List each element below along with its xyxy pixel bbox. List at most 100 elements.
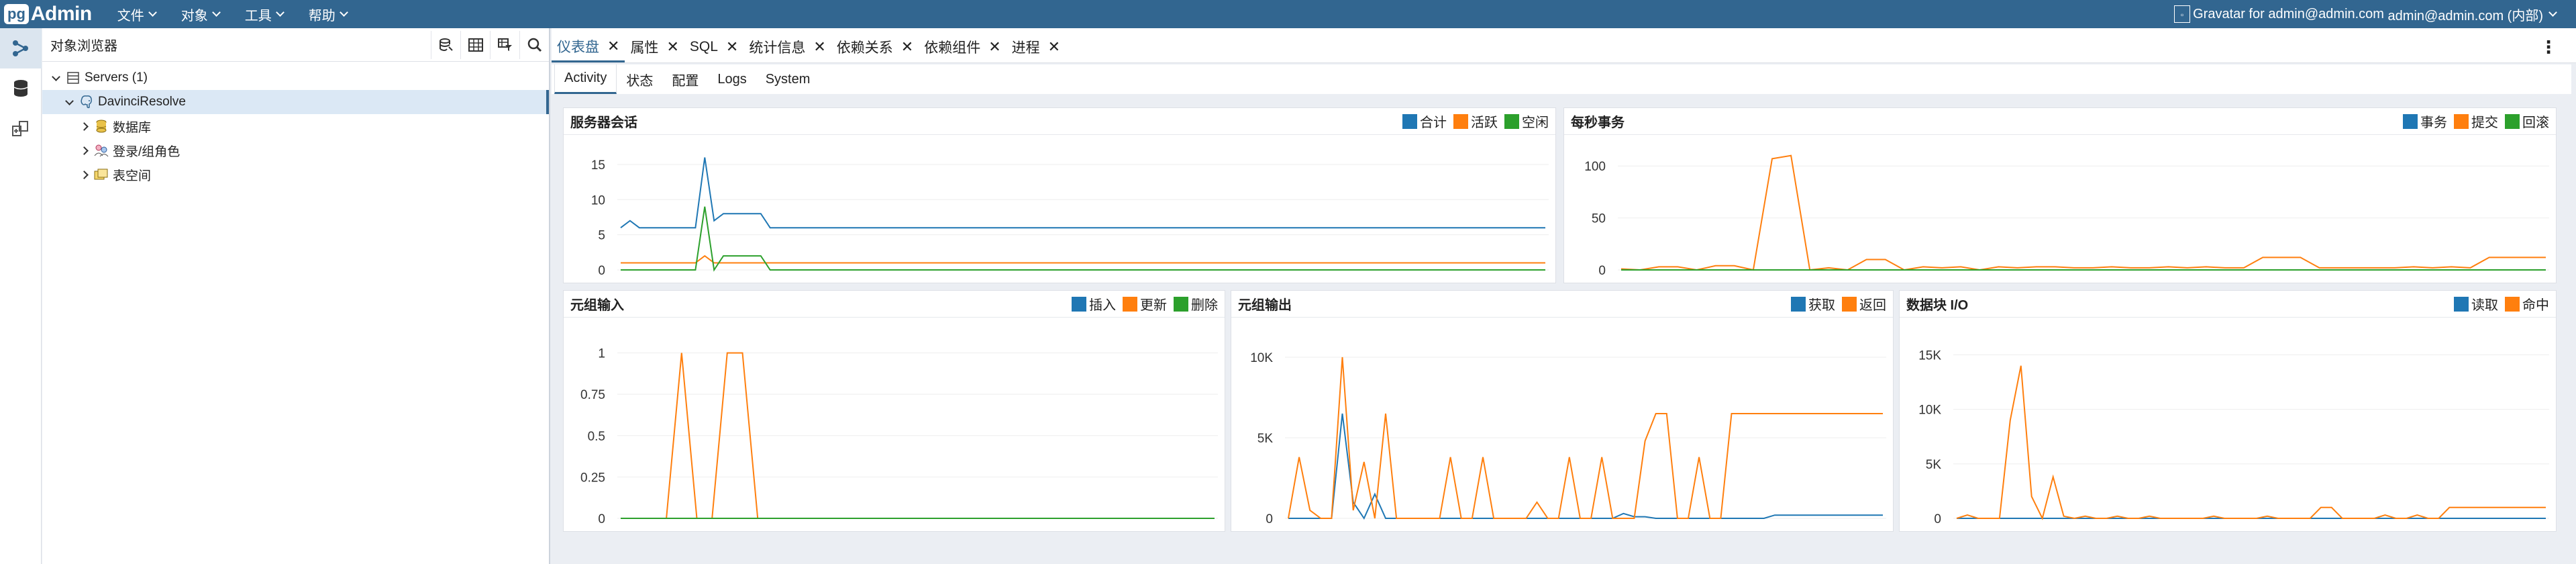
y-tick-label: 10K: [1918, 404, 1941, 418]
filter-rows-button[interactable]: [490, 30, 519, 59]
chart-title: 元组输出: [1238, 298, 1292, 313]
subtab-config[interactable]: 配置: [662, 64, 708, 94]
menu-object[interactable]: 对象: [181, 5, 221, 24]
chevron-right-icon[interactable]: [80, 122, 89, 131]
logo-pg: pg: [4, 4, 29, 24]
avatar: ▫: [2174, 5, 2191, 23]
close-icon[interactable]: ✕: [607, 38, 619, 55]
legend-swatch[interactable]: [1123, 296, 1137, 312]
tab-properties[interactable]: 属性 ✕: [625, 32, 684, 62]
tab-statistics[interactable]: 统计信息 ✕: [743, 32, 831, 62]
close-icon[interactable]: ✕: [988, 38, 1000, 56]
pgadmin-logo[interactable]: pg Admin: [4, 0, 92, 28]
table-grid-icon: [468, 38, 483, 52]
tablespace-icon: [94, 167, 109, 182]
close-icon[interactable]: ✕: [726, 38, 738, 56]
y-tick-label: 15: [591, 158, 605, 173]
y-tick-label: 0.75: [580, 388, 605, 402]
y-tick-label: 0: [1266, 512, 1273, 526]
chart-plot: 0 5K 10K: [1250, 351, 1886, 526]
chevron-down-icon[interactable]: [65, 96, 74, 105]
close-icon[interactable]: ✕: [1048, 38, 1060, 56]
chart-panel-server-sessions: 服务器会话 合计 活跃 空闲 0 5 10 15: [563, 107, 1556, 283]
rail-query-tool[interactable]: [0, 68, 42, 109]
view-data-button[interactable]: [460, 30, 490, 59]
legend-label: 删除: [1191, 298, 1218, 313]
series-line: [1620, 154, 2546, 271]
tree-node-tablespaces[interactable]: 表空间: [42, 162, 549, 187]
top-navbar: pg Admin 文件 对象 工具 帮助 ▫ Gravatar for admi…: [0, 0, 2576, 28]
subtab-logs[interactable]: Logs: [708, 64, 756, 94]
object-explorer-panel: 对象浏览器 Servers (1) DavinciResolve 数据库 登录/…: [42, 28, 550, 564]
close-icon[interactable]: ✕: [901, 38, 913, 56]
legend-swatch[interactable]: [2403, 113, 2418, 129]
tab-dependents[interactable]: 依赖组件 ✕: [919, 32, 1006, 62]
chart-header: 元组输出 获取 返回: [1231, 291, 1893, 318]
query-tool-button[interactable]: [431, 30, 460, 59]
legend-swatch[interactable]: [1842, 296, 1857, 312]
chevron-right-icon[interactable]: [80, 170, 89, 179]
chart-panel-tuples-out: 元组输出 获取 返回 0 5K 10K: [1231, 290, 1894, 532]
subtab-system[interactable]: System: [756, 64, 820, 94]
y-tick-label: 100: [1584, 160, 1606, 174]
tab-processes[interactable]: 进程 ✕: [1007, 32, 1066, 62]
legend-swatch[interactable]: [1072, 296, 1086, 312]
chevron-down-icon: [211, 7, 221, 17]
tab-sql[interactable]: SQL ✕: [684, 32, 743, 62]
legend-swatch[interactable]: [2505, 296, 2520, 312]
user-menu[interactable]: ▫ Gravatar for admin@admin.com admin@adm…: [2174, 0, 2557, 28]
search-objects-button[interactable]: [519, 30, 549, 59]
tree-node-login-roles[interactable]: 登录/组角色: [42, 138, 549, 162]
legend-swatch[interactable]: [1504, 113, 1519, 129]
close-icon[interactable]: ✕: [813, 38, 825, 56]
tab-dashboard[interactable]: 仪表盘 ✕: [552, 32, 625, 62]
chart-plot: 0 0.25 0.5 0.75 1: [580, 347, 1218, 526]
chart-plot: 0 5K 10K 15K: [1918, 348, 2549, 526]
database-icon: [13, 80, 28, 97]
chart-title: 每秒事务: [1571, 115, 1625, 130]
legend-swatch[interactable]: [1791, 296, 1806, 312]
legend-swatch[interactable]: [1453, 113, 1468, 129]
series-line: [1288, 413, 1883, 520]
tree-node-servers[interactable]: Servers (1): [42, 66, 549, 90]
y-tick-label: 5: [598, 229, 605, 243]
subtab-activity[interactable]: Activity: [554, 64, 617, 94]
tree-node-server[interactable]: DavinciResolve: [42, 90, 549, 114]
tab-label: 依赖组件: [924, 40, 981, 56]
main-content: 仪表盘 ✕ 属性 ✕ SQL ✕ 统计信息 ✕ 依赖关系 ✕ 依赖组件 ✕ 进程 ✕ ⋮ Ac…: [552, 28, 2576, 564]
legend-label: 获取: [1808, 298, 1835, 313]
legend-swatch[interactable]: [1174, 296, 1188, 312]
menu-help[interactable]: 帮助: [309, 5, 348, 24]
filter-table-icon: [497, 38, 512, 51]
y-tick-label: 50: [1592, 212, 1606, 226]
menu-file[interactable]: 文件: [117, 5, 157, 24]
rail-object-explorer[interactable]: [0, 28, 42, 68]
y-tick-label: 0.5: [588, 430, 605, 444]
close-icon[interactable]: ✕: [666, 38, 678, 56]
chevron-right-icon[interactable]: [80, 146, 89, 155]
y-tick-label: 0: [1934, 512, 1941, 526]
object-explorer-header: 对象浏览器: [42, 28, 549, 62]
legend-swatch[interactable]: [2505, 113, 2520, 129]
database-icon: [94, 119, 109, 134]
menu-tools-label: 工具: [244, 8, 272, 23]
menu-tools[interactable]: 工具: [244, 5, 285, 24]
legend-swatch[interactable]: [2454, 113, 2469, 129]
object-explorer-icon: [13, 40, 28, 56]
tree-node-label: 数据库: [113, 120, 152, 135]
postgres-elephant-icon: [79, 95, 94, 109]
chevron-down-icon[interactable]: [52, 72, 60, 81]
chart-legend: 获取 返回: [1784, 294, 1886, 314]
legend-swatch[interactable]: [1402, 113, 1417, 129]
y-tick-label: 0: [1598, 264, 1606, 278]
rail-schema-diff[interactable]: [0, 109, 42, 149]
more-options-icon[interactable]: ⋮: [2540, 32, 2557, 62]
tab-dependencies[interactable]: 依赖关系 ✕: [831, 32, 919, 62]
legend-label: 读取: [2471, 298, 2498, 313]
legend-swatch[interactable]: [2454, 296, 2469, 312]
tree-node-databases[interactable]: 数据库: [42, 114, 549, 138]
subtab-state[interactable]: 状态: [617, 64, 662, 94]
chart-legend: 合计 活跃 空闲: [1396, 111, 1549, 131]
avatar-alt-text: Gravatar for admin@admin.com: [2193, 6, 2384, 21]
login-roles-icon: [94, 143, 109, 158]
